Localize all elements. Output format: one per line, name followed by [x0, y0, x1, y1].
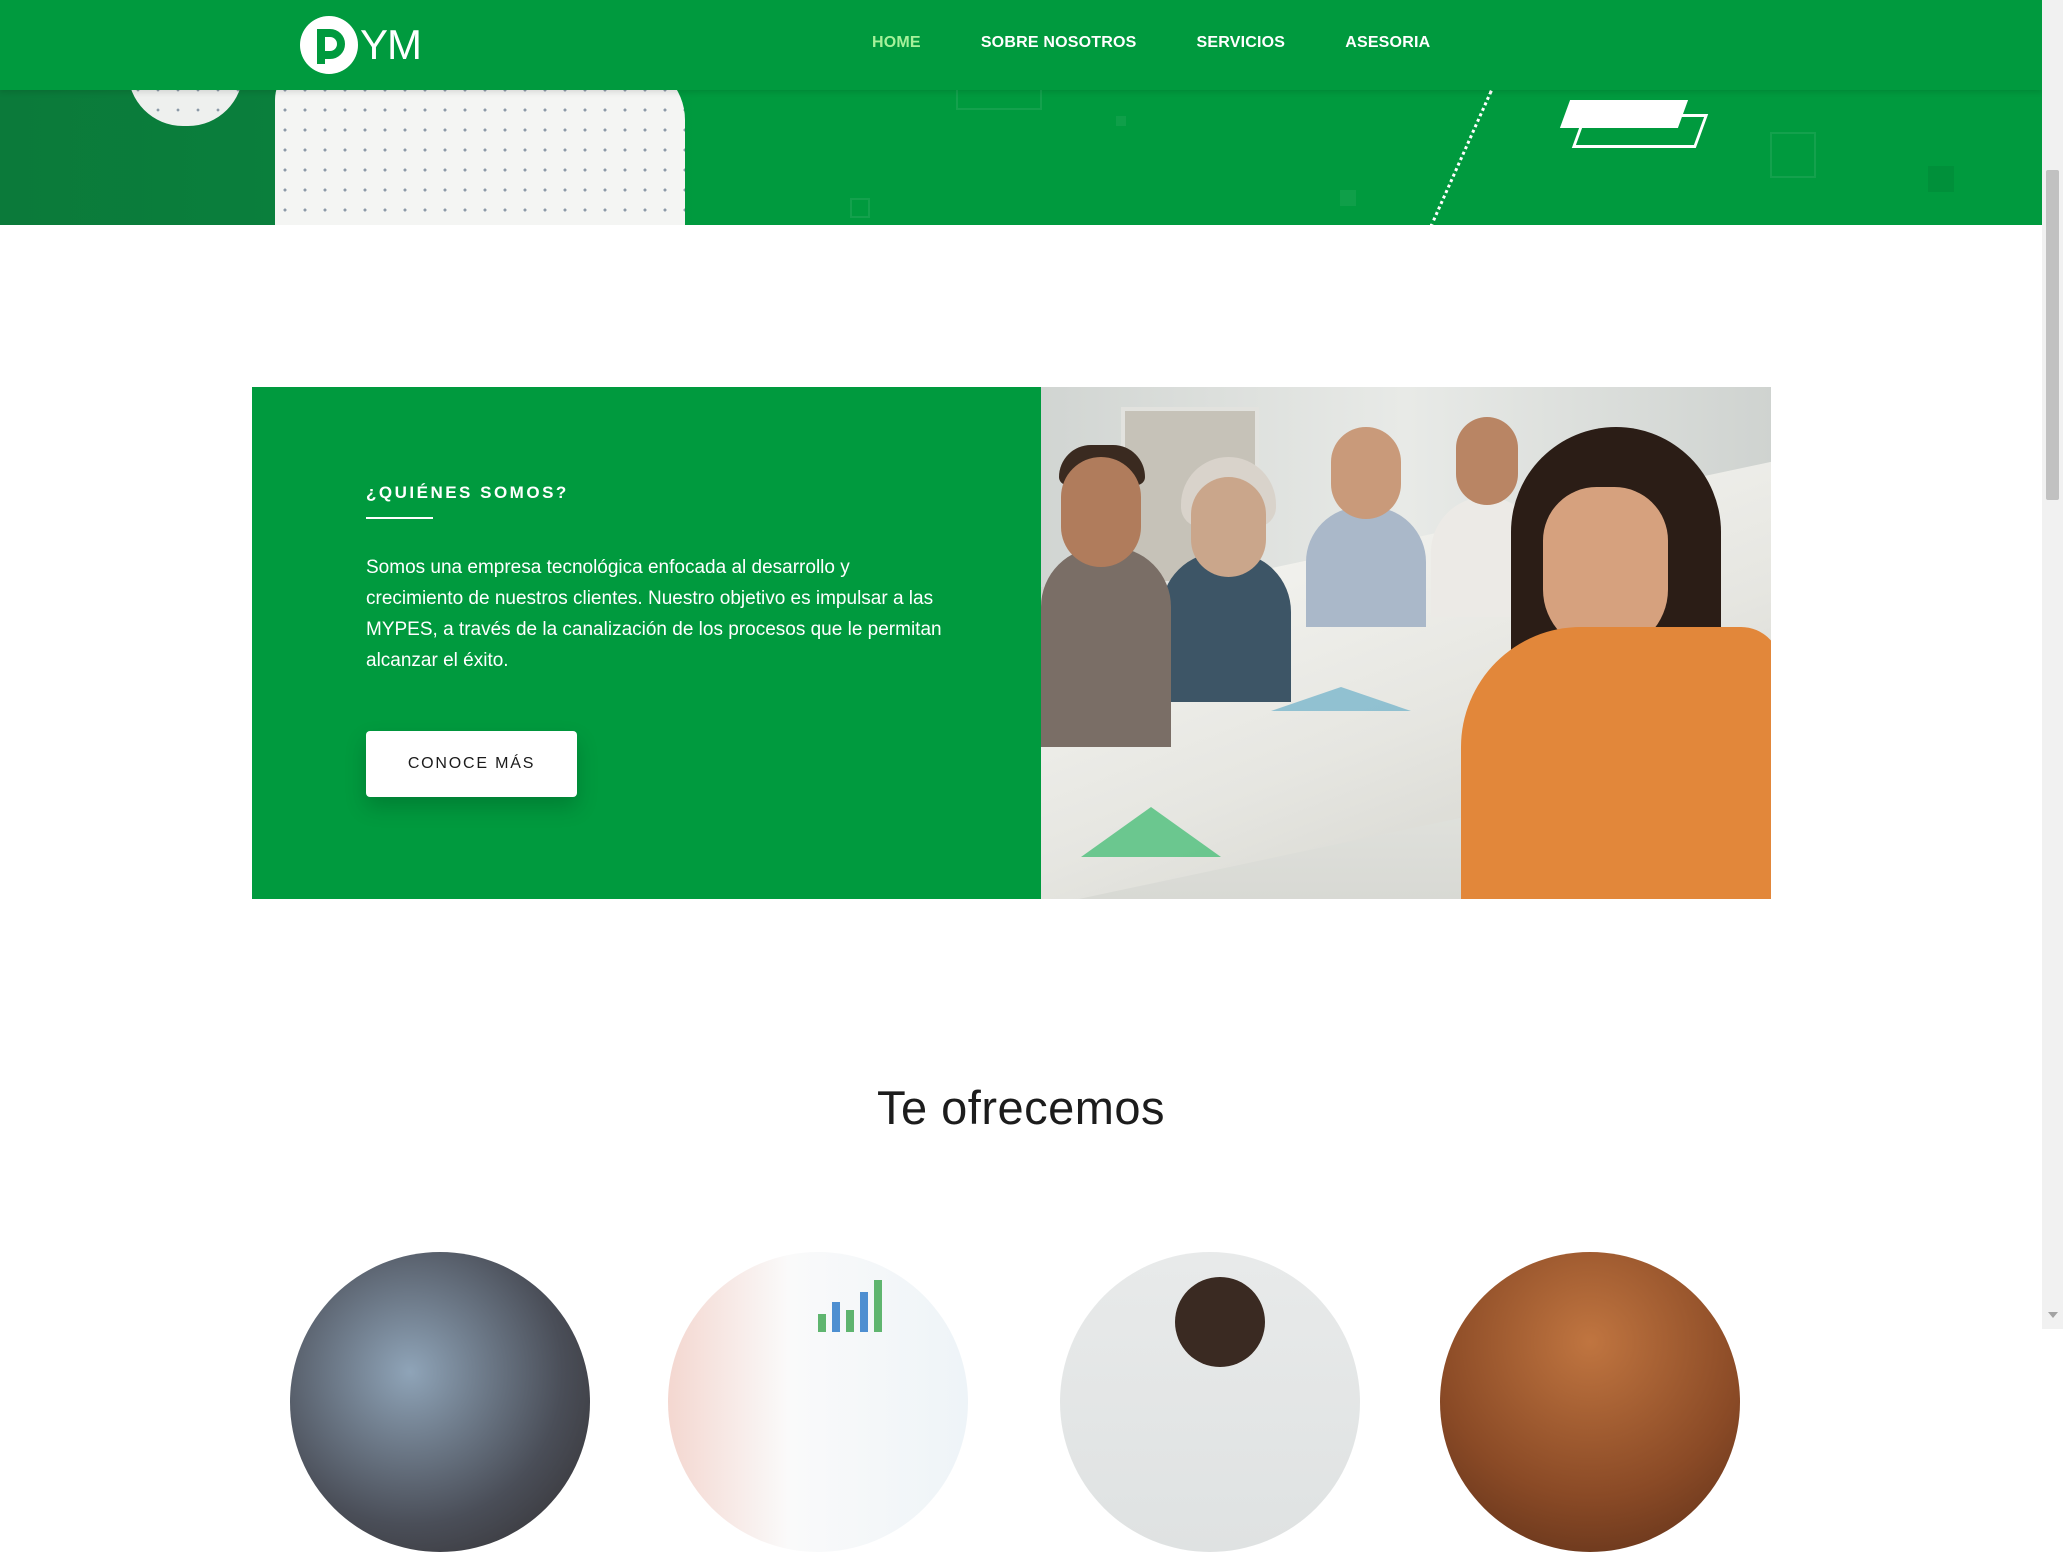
decor-square	[850, 198, 870, 218]
team-meeting-photo	[1041, 387, 1771, 899]
logo-text: YM	[360, 21, 422, 68]
decor-square	[1340, 190, 1356, 206]
logo[interactable]: YM	[300, 16, 422, 74]
service-image-2[interactable]	[668, 1252, 968, 1552]
offer-title: Te ofrecemos	[876, 1081, 1166, 1134]
about-kicker: ¿QUIÉNES SOMOS?	[366, 483, 569, 502]
conoce-mas-button[interactable]: CONOCE MÁS	[366, 731, 577, 797]
service-image-4[interactable]	[1440, 1252, 1740, 1552]
nav-item-sobre-nosotros[interactable]: SOBRE NOSOTROS	[981, 34, 1137, 52]
navbar: YM HOME SOBRE NOSOTROS SERVICIOS ASESORI…	[0, 0, 2042, 90]
nav-item-servicios[interactable]: SERVICIOS	[1197, 34, 1286, 52]
service-image-1[interactable]	[290, 1252, 590, 1552]
decor-parallelogram-outline	[1571, 114, 1709, 148]
logo-p-icon	[300, 16, 358, 74]
service-image-3[interactable]	[1060, 1252, 1360, 1552]
decor-dotted-line	[1428, 90, 1497, 225]
about-section: ¿QUIÉNES SOMOS? Somos una empresa tecnol…	[252, 387, 1771, 899]
scroll-down-arrow-icon[interactable]	[2048, 1312, 2058, 1318]
decor-square	[1770, 132, 1816, 178]
about-panel: ¿QUIÉNES SOMOS? Somos una empresa tecnol…	[252, 387, 1041, 899]
decor-square	[1928, 166, 1954, 192]
kicker-underline	[366, 517, 433, 519]
scrollbar-thumb[interactable]	[2046, 170, 2059, 500]
decor-square	[1116, 116, 1126, 126]
nav-item-asesoria[interactable]: ASESORIA	[1345, 34, 1430, 52]
nav-item-home[interactable]: HOME	[872, 34, 921, 52]
about-text: Somos una empresa tecnológica enfocada a…	[366, 557, 942, 671]
page-scrollbar[interactable]	[2042, 0, 2063, 1329]
main-nav: HOME SOBRE NOSOTROS SERVICIOS ASESORIA	[872, 0, 1490, 86]
